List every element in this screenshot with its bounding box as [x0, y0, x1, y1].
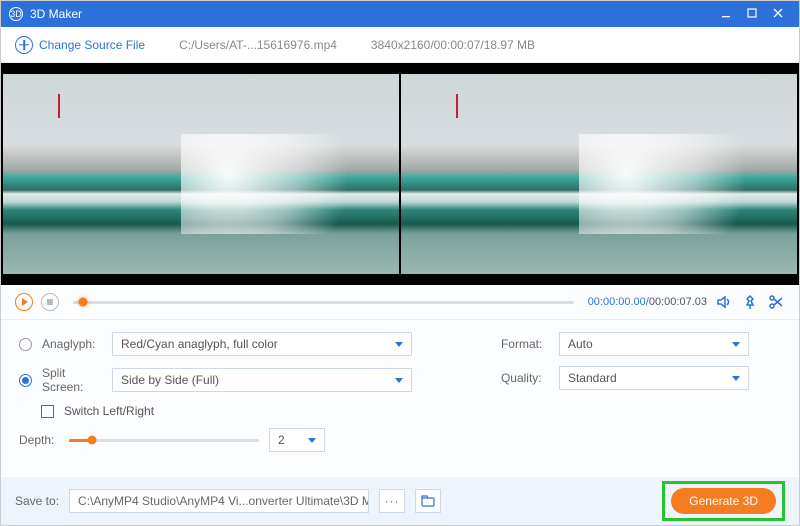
minimize-button[interactable]	[713, 7, 739, 21]
play-icon	[22, 298, 28, 306]
switch-label: Switch Left/Right	[64, 404, 154, 418]
playback-bar: 00:00:00.00/00:00:07.03	[1, 285, 799, 319]
seek-thumb	[79, 298, 88, 307]
chevron-down-icon	[395, 342, 403, 347]
depth-select[interactable]: 2	[269, 428, 325, 452]
generate-3d-button[interactable]: Generate 3D	[671, 488, 776, 514]
time-position: 00:00:00.00	[588, 296, 646, 308]
depth-value: 2	[278, 433, 285, 447]
format-value: Auto	[568, 337, 593, 351]
quality-label: Quality:	[501, 371, 549, 385]
generate-label: Generate 3D	[689, 494, 758, 508]
window-title: 3D Maker	[30, 7, 713, 21]
stop-button[interactable]	[41, 293, 59, 311]
quality-row: Quality: Standard	[501, 366, 781, 390]
switch-checkbox[interactable]	[41, 405, 54, 418]
split-value: Side by Side (Full)	[121, 373, 219, 387]
close-button[interactable]	[765, 7, 791, 21]
quality-value: Standard	[568, 371, 617, 385]
title-bar: 3D 3D Maker	[1, 1, 799, 27]
format-label: Format:	[501, 337, 549, 351]
chevron-down-icon	[308, 438, 316, 443]
scissors-icon	[768, 294, 784, 310]
seek-slider[interactable]	[73, 301, 574, 304]
generate-highlight: Generate 3D	[662, 481, 785, 521]
format-select[interactable]: Auto	[559, 332, 749, 356]
ellipsis-icon: ···	[385, 494, 400, 508]
depth-row: Depth: 2	[19, 428, 461, 452]
settings-left-column: Anaglyph: Red/Cyan anaglyph, full color …	[19, 332, 461, 469]
chevron-down-icon	[395, 378, 403, 383]
video-preview	[1, 63, 799, 285]
source-file-path: C:/Users/AT-...15616976.mp4	[179, 38, 337, 52]
pin-icon	[742, 294, 758, 310]
split-radio[interactable]	[19, 374, 32, 387]
anaglyph-radio[interactable]	[19, 338, 32, 351]
open-folder-button[interactable]	[415, 489, 441, 513]
depth-thumb	[87, 436, 96, 445]
change-source-button[interactable]: Change Source File	[15, 36, 145, 54]
preview-right-eye	[401, 74, 797, 274]
time-duration: 00:00:07.03	[649, 296, 707, 308]
anaglyph-value: Red/Cyan anaglyph, full color	[121, 337, 278, 351]
cut-button[interactable]	[767, 293, 785, 311]
chevron-down-icon	[732, 342, 740, 347]
anaglyph-label: Anaglyph:	[42, 337, 102, 351]
maximize-icon	[747, 8, 757, 18]
maximize-button[interactable]	[739, 7, 765, 21]
folder-icon	[421, 495, 435, 507]
depth-label: Depth:	[19, 433, 57, 447]
save-to-label: Save to:	[15, 494, 59, 508]
split-select[interactable]: Side by Side (Full)	[112, 368, 412, 392]
minimize-icon	[721, 8, 731, 18]
anaglyph-select[interactable]: Red/Cyan anaglyph, full color	[112, 332, 412, 356]
volume-button[interactable]	[715, 293, 733, 311]
play-button[interactable]	[15, 293, 33, 311]
chevron-down-icon	[732, 376, 740, 381]
switch-row: Switch Left/Right	[19, 404, 461, 418]
settings-panel: Anaglyph: Red/Cyan anaglyph, full color …	[1, 319, 799, 477]
split-label: Split Screen:	[42, 366, 102, 394]
source-file-meta: 3840x2160/00:00:07/18.97 MB	[371, 38, 535, 52]
format-row: Format: Auto	[501, 332, 781, 356]
app-window: 3D 3D Maker Change Source File C:/Users/…	[0, 0, 800, 526]
browse-folder-button[interactable]: ···	[379, 489, 405, 513]
time-display: 00:00:00.00/00:00:07.03	[588, 296, 707, 308]
speaker-icon	[716, 294, 732, 310]
save-path-value: C:\AnyMP4 Studio\AnyMP4 Vi...onverter Ul…	[78, 494, 369, 508]
plus-icon	[15, 36, 33, 54]
source-toolbar: Change Source File C:/Users/AT-...156169…	[1, 27, 799, 63]
quality-select[interactable]: Standard	[559, 366, 749, 390]
save-path-field[interactable]: C:\AnyMP4 Studio\AnyMP4 Vi...onverter Ul…	[69, 489, 369, 513]
app-logo-icon: 3D	[9, 7, 23, 21]
change-source-label: Change Source File	[39, 38, 145, 52]
split-row: Split Screen: Side by Side (Full)	[19, 366, 461, 394]
anaglyph-row: Anaglyph: Red/Cyan anaglyph, full color	[19, 332, 461, 356]
snapshot-button[interactable]	[741, 293, 759, 311]
settings-right-column: Format: Auto Quality: Standard	[461, 332, 781, 469]
preview-left-eye	[3, 74, 399, 274]
close-icon	[773, 8, 783, 18]
depth-slider[interactable]	[69, 439, 259, 442]
stop-icon	[47, 299, 53, 305]
footer-bar: Save to: C:\AnyMP4 Studio\AnyMP4 Vi...on…	[1, 477, 799, 525]
